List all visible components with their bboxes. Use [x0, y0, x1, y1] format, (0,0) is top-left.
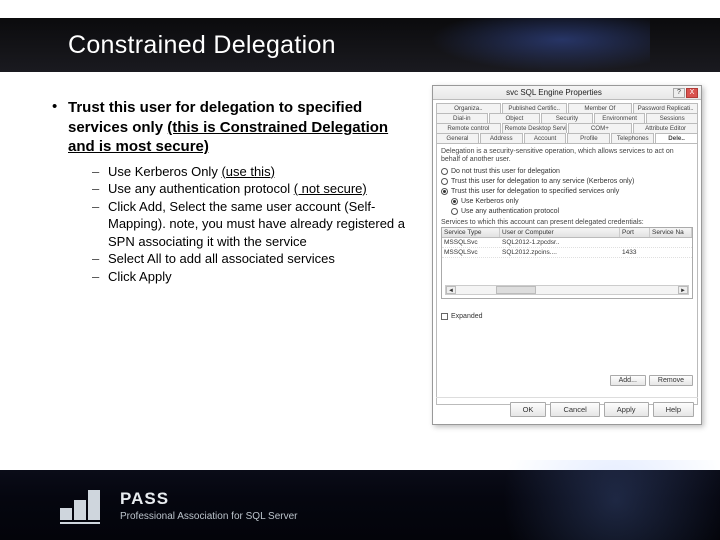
tab-member-of[interactable]: Member Of [568, 103, 633, 113]
services-table[interactable]: Service Type User or Computer Port Servi… [441, 227, 693, 299]
tab-dialin[interactable]: Dial-in [436, 113, 488, 123]
radio-checked-icon [441, 188, 448, 195]
help-btn[interactable]: Help [653, 402, 694, 417]
help-button[interactable]: ? [673, 88, 685, 98]
tab-profile[interactable]: Profile [567, 133, 610, 143]
radio-icon [441, 178, 448, 185]
logo-text: PASS Professional Association for SQL Se… [120, 489, 298, 522]
dialog-title: svc SQL Engine Properties [436, 88, 672, 97]
slide-body: • Trust this user for delegation to spec… [52, 98, 412, 285]
list-item: –Click Add, Select the same user account… [92, 198, 412, 251]
tab-account[interactable]: Account [524, 133, 567, 143]
tab-attribute-editor[interactable]: Attribute Editor [633, 123, 698, 133]
main-bullet-text: Trust this user for delegation to specif… [68, 98, 412, 157]
main-bullet: • Trust this user for delegation to spec… [52, 98, 412, 157]
dialog-button-row: OK Cancel Apply Help [436, 397, 698, 421]
tabs-container: Organiza.. Published Certific.. Member O… [433, 100, 701, 143]
table-row[interactable]: MSSQLSvc SQL2012-1.zpcdsr.. [442, 238, 692, 248]
tab-sessions[interactable]: Sessions [646, 113, 698, 123]
add-button[interactable]: Add... [610, 375, 646, 386]
scroll-thumb[interactable] [496, 286, 536, 294]
tab-com-plus[interactable]: COM+ [568, 123, 633, 133]
radio-checked-icon [451, 198, 458, 205]
tab-general[interactable]: General [436, 133, 479, 143]
tab-environment[interactable]: Environment [594, 113, 646, 123]
slide-title: Constrained Delegation [68, 31, 336, 60]
close-button[interactable]: X [686, 88, 698, 98]
dash-icon: – [92, 163, 108, 181]
tab-object[interactable]: Object [489, 113, 541, 123]
slide: Constrained Delegation • Trust this user… [0, 0, 720, 540]
table-row[interactable]: MSSQLSvc SQL2012.zpcins.... 1433 [442, 248, 692, 258]
tab-published-certs[interactable]: Published Certific.. [502, 103, 567, 113]
delegation-description: Delegation is a security-sensitive opera… [441, 148, 693, 165]
dash-icon: – [92, 198, 108, 216]
remove-button[interactable]: Remove [649, 375, 693, 386]
radio-any-auth-protocol[interactable]: Use any authentication protocol [451, 208, 693, 215]
brand-name: PASS [120, 489, 298, 509]
pass-logo: PASS Professional Association for SQL Se… [60, 489, 298, 522]
dialog-titlebar: svc SQL Engine Properties ? X [433, 86, 701, 100]
scroll-left-icon[interactable]: ◄ [446, 286, 456, 294]
title-bar: Constrained Delegation [0, 18, 720, 72]
services-label: Services to which this account can prese… [441, 219, 693, 226]
list-item: –Use any authentication protocol ( not s… [92, 180, 412, 198]
radio-kerberos-only[interactable]: Use Kerberos only [451, 198, 693, 205]
radio-trust-any-service[interactable]: Trust this user for delegation to any se… [441, 178, 693, 185]
radio-icon [451, 208, 458, 215]
dash-icon: – [92, 180, 108, 198]
list-item: –Select All to add all associated servic… [92, 250, 412, 268]
footer: PASS Professional Association for SQL Se… [0, 470, 720, 540]
delegation-tab-body: Delegation is a security-sensitive opera… [436, 143, 698, 405]
brand-tagline: Professional Association for SQL Server [120, 511, 298, 522]
tab-rds-profile[interactable]: Remote Desktop Services Profile [502, 123, 567, 133]
sub-bullet-list: –Use Kerberos Only (use this) –Use any a… [92, 163, 412, 286]
expanded-checkbox[interactable]: Expanded [441, 313, 693, 320]
tab-password-replication[interactable]: Password Replicati.. [633, 103, 698, 113]
radio-icon [441, 168, 448, 175]
checkbox-icon [441, 313, 448, 320]
radio-trust-specified[interactable]: Trust this user for delegation to specif… [441, 188, 693, 195]
scroll-right-icon[interactable]: ► [678, 286, 688, 294]
dash-icon: – [92, 268, 108, 286]
tab-delegation[interactable]: Dele.. [655, 133, 698, 143]
tab-organization[interactable]: Organiza.. [436, 103, 501, 113]
tab-remote-control[interactable]: Remote control [436, 123, 501, 133]
tab-address[interactable]: Address [480, 133, 523, 143]
radio-do-not-trust[interactable]: Do not trust this user for delegation [441, 168, 693, 175]
properties-dialog: svc SQL Engine Properties ? X Organiza..… [432, 85, 702, 425]
tab-telephones[interactable]: Telephones [611, 133, 654, 143]
tab-security[interactable]: Security [541, 113, 593, 123]
service-buttons: Add... Remove [610, 375, 693, 386]
services-table-header: Service Type User or Computer Port Servi… [442, 228, 692, 238]
bullet-dot-icon: • [52, 98, 68, 117]
dash-icon: – [92, 250, 108, 268]
horizontal-scrollbar[interactable]: ◄ ► [445, 285, 689, 295]
list-item: –Use Kerberos Only (use this) [92, 163, 412, 181]
apply-button[interactable]: Apply [604, 402, 649, 417]
logo-mark-icon [60, 490, 106, 520]
cancel-button[interactable]: Cancel [550, 402, 599, 417]
ok-button[interactable]: OK [510, 402, 547, 417]
list-item: –Click Apply [92, 268, 412, 286]
